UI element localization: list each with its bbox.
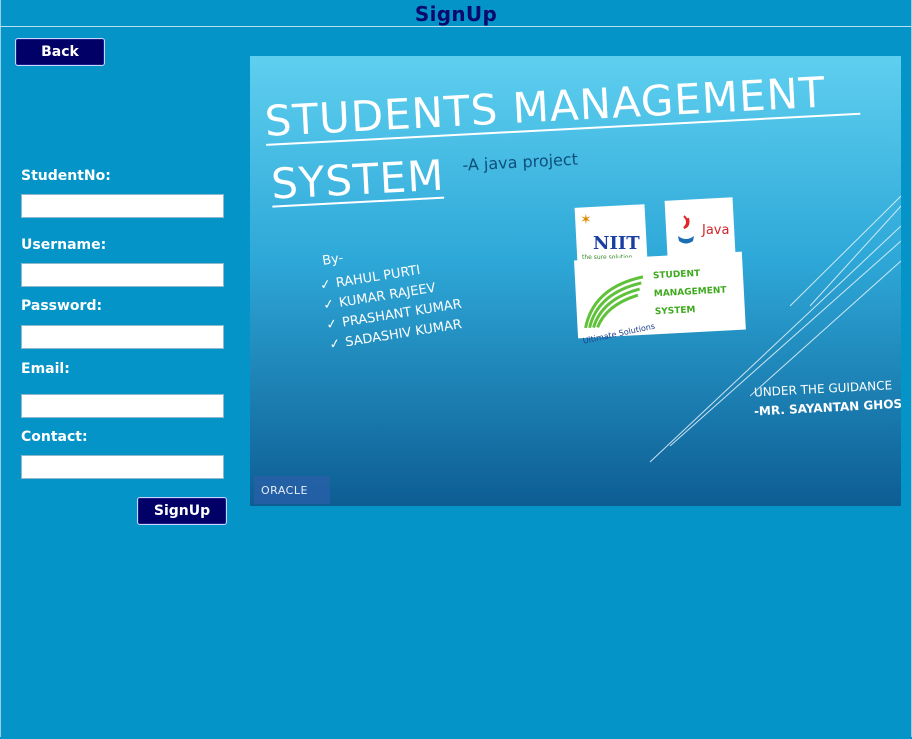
window-title: SignUp bbox=[414, 2, 498, 26]
back-button[interactable]: Back bbox=[15, 38, 105, 66]
signup-button[interactable]: SignUp bbox=[137, 497, 227, 525]
email-input[interactable] bbox=[21, 394, 224, 418]
project-banner-image: STUDENTS MANAGEMENT SYSTEM -A java proje… bbox=[250, 56, 901, 506]
contact-label: Contact: bbox=[21, 429, 88, 445]
title-bar: SignUp bbox=[0, 0, 912, 27]
svg-text:SYSTEM: SYSTEM bbox=[655, 305, 696, 317]
svg-text:✶: ✶ bbox=[580, 212, 592, 228]
username-label: Username: bbox=[21, 237, 107, 253]
java-logo: Java bbox=[664, 197, 736, 257]
check-icon: ✓ bbox=[319, 277, 332, 294]
password-label: Password: bbox=[21, 298, 103, 314]
contact-input[interactable] bbox=[21, 455, 224, 479]
password-input[interactable] bbox=[21, 325, 224, 349]
check-icon: ✓ bbox=[325, 317, 338, 334]
email-label: Email: bbox=[21, 361, 70, 377]
studentno-label: StudentNo: bbox=[21, 168, 111, 184]
studentno-input[interactable] bbox=[21, 194, 224, 218]
niit-logo: NIIT ✶ the sure solution bbox=[574, 204, 648, 264]
username-input[interactable] bbox=[21, 263, 224, 287]
banner-svg: STUDENTS MANAGEMENT SYSTEM -A java proje… bbox=[250, 56, 901, 506]
svg-text:ORACLE: ORACLE bbox=[261, 484, 308, 497]
check-icon: ✓ bbox=[322, 297, 335, 314]
check-icon: ✓ bbox=[328, 336, 341, 353]
svg-text:Java: Java bbox=[701, 223, 729, 238]
svg-text:NIIT: NIIT bbox=[593, 233, 640, 254]
oracle-logo: ORACLE bbox=[254, 476, 330, 504]
